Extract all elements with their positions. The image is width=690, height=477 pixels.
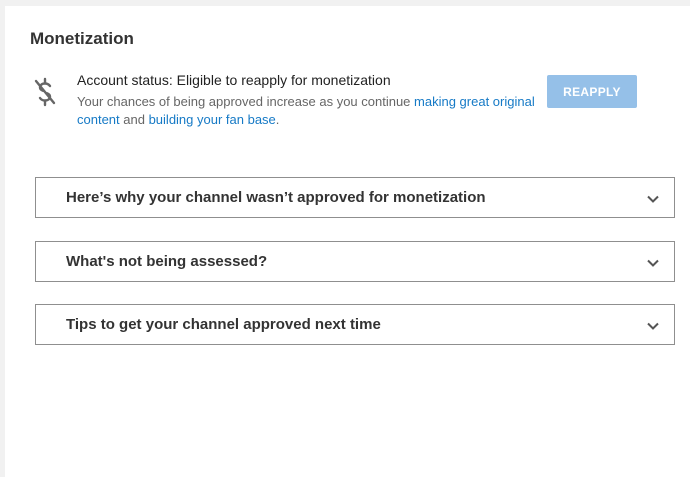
reapply-button[interactable]: REAPPLY: [547, 75, 637, 108]
section-title: Monetization: [30, 29, 134, 48]
accordion-why-not-approved[interactable]: Here’s why your channel wasn’t approved …: [35, 177, 675, 218]
accordion-label: Here’s why your channel wasn’t approved …: [66, 189, 486, 206]
chevron-down-icon: [646, 192, 660, 206]
accordion-not-assessed[interactable]: What's not being assessed?: [35, 241, 675, 282]
status-description: Your chances of being approved increase …: [77, 93, 547, 129]
no-monetization-icon: [32, 76, 58, 108]
status-desc-middle: and: [119, 112, 149, 127]
accordion-tips[interactable]: Tips to get your channel approved next t…: [35, 304, 675, 345]
chevron-down-icon: [646, 319, 660, 333]
accordion-label: What's not being assessed?: [66, 253, 268, 270]
chevron-down-icon: [646, 256, 660, 270]
page: Monetization Account status: Eligible to…: [0, 0, 690, 477]
monetization-card: Monetization Account status: Eligible to…: [5, 6, 690, 477]
status-desc-prefix: Your chances of being approved increase …: [77, 94, 415, 109]
building-fan-base-link[interactable]: building your fan base: [149, 112, 276, 127]
account-status-text: Account status: Eligible to reapply for …: [77, 72, 391, 88]
accordion-label: Tips to get your channel approved next t…: [66, 316, 381, 333]
status-desc-suffix: .: [275, 112, 280, 127]
